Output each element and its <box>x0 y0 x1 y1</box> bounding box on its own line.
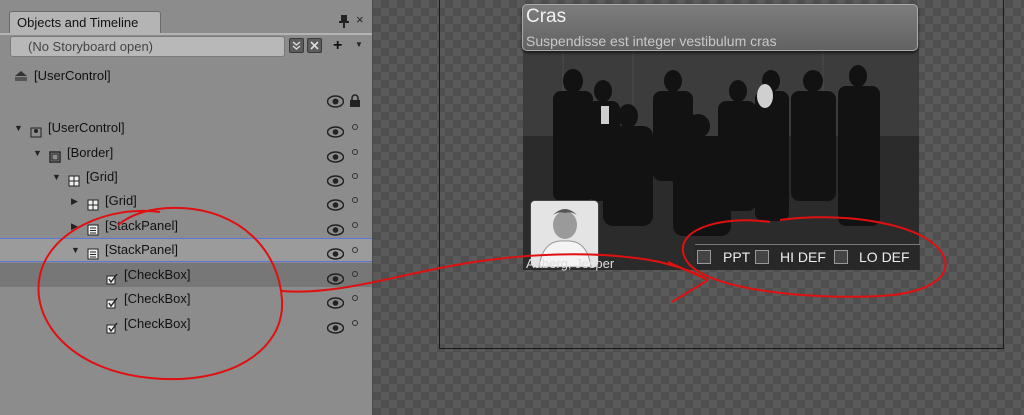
lock-toggle-dot[interactable] <box>352 271 358 277</box>
storyboard-picker[interactable]: (No Storyboard open) <box>10 36 285 57</box>
visibility-eye-icon[interactable] <box>326 318 345 334</box>
tree-row[interactable]: ▼ [Border] <box>0 141 372 165</box>
lock-toggle-dot[interactable] <box>352 295 358 301</box>
lock-toggle-dot[interactable] <box>352 197 358 203</box>
tree-row-label: [CheckBox] <box>124 291 191 306</box>
visibility-eye-icon[interactable] <box>326 195 345 211</box>
tree-row[interactable]: [CheckBox] <box>0 263 372 287</box>
tree-row-label: [UserControl] <box>48 120 125 135</box>
root-label: [UserControl] <box>34 68 111 83</box>
pin-icon[interactable] <box>338 14 350 28</box>
visibility-eye-icon[interactable] <box>326 171 345 187</box>
checkbox-icon <box>106 318 118 334</box>
tree-row[interactable]: ▶ [Grid] <box>0 189 372 213</box>
title-card[interactable]: Cras Suspendisse est integer vestibulum … <box>522 4 918 51</box>
grid-icon <box>68 171 80 187</box>
visibility-eye-icon[interactable] <box>326 220 345 236</box>
photo-caption: Aaberg, Jesper <box>526 256 615 271</box>
tree-row-label: [StackPanel] <box>105 242 178 257</box>
close-storyboard-button[interactable] <box>307 38 322 53</box>
lock-toggle-dot[interactable] <box>352 320 358 326</box>
checkbox-label: PPT <box>723 249 751 265</box>
add-storyboard-button[interactable]: + <box>333 37 353 55</box>
checkbox-icon <box>106 293 118 309</box>
visibility-eye-icon[interactable] <box>326 122 345 138</box>
expand-toggle-icon[interactable]: ▶ <box>71 189 81 213</box>
panel-tab-strip <box>0 33 372 35</box>
card-title: Cras <box>526 6 567 27</box>
checkbox-label: HI DEF <box>780 249 826 265</box>
storyboard-placeholder: (No Storyboard open) <box>28 39 154 54</box>
tree-row[interactable]: ▼ [Grid] <box>0 165 372 189</box>
stackpanel-icon <box>87 245 99 260</box>
lock-toggle-dot[interactable] <box>352 173 358 179</box>
tree-row[interactable]: [CheckBox] <box>0 287 372 311</box>
lock-toggle-dot[interactable] <box>352 222 358 228</box>
visibility-eye-icon[interactable] <box>326 147 345 163</box>
tree-row[interactable]: ▼ [UserControl] <box>0 116 372 140</box>
tree-row[interactable]: ▶ [StackPanel] <box>0 214 372 238</box>
grid-icon <box>87 195 99 211</box>
lock-header-icon[interactable] <box>349 94 361 108</box>
tree-row-label: [Grid] <box>86 169 118 184</box>
storyboard-dropdown-button[interactable] <box>289 38 304 53</box>
border-icon <box>49 147 61 163</box>
panel-tab-title: Objects and Timeline <box>17 15 139 30</box>
lock-toggle-dot[interactable] <box>352 149 358 155</box>
collapse-toggle-icon[interactable]: ▼ <box>52 165 62 189</box>
checkbox-box[interactable] <box>755 250 769 264</box>
lock-toggle-dot[interactable] <box>352 124 358 130</box>
close-panel-icon[interactable]: × <box>356 13 368 27</box>
tree-row[interactable]: [CheckBox] <box>0 312 372 336</box>
visibility-eye-icon[interactable] <box>326 269 345 285</box>
expand-toggle-icon[interactable]: ▶ <box>71 214 81 238</box>
tree-row-label: [Grid] <box>105 193 137 208</box>
collapse-toggle-icon[interactable]: ▼ <box>71 239 81 261</box>
tree-row-label: [StackPanel] <box>105 218 178 233</box>
panel-tab[interactable]: Objects and Timeline <box>9 11 161 34</box>
visibility-eye-icon[interactable] <box>326 293 345 309</box>
scope-up-icon[interactable] <box>14 70 28 82</box>
collapse-toggle-icon[interactable]: ▼ <box>14 116 24 140</box>
chevron-down-icon <box>292 41 301 50</box>
checkbox-box[interactable] <box>697 250 711 264</box>
close-icon <box>310 41 319 50</box>
tree-row[interactable]: ▼ [StackPanel] <box>0 238 372 262</box>
checkbox-strip: PPT HI DEF LO DEF <box>695 244 920 270</box>
visibility-eye-icon[interactable] <box>326 245 345 260</box>
lock-toggle-dot[interactable] <box>352 247 358 253</box>
objects-timeline-panel: Objects and Timeline × (No Storyboard op… <box>0 0 373 415</box>
card-subtitle: Suspendisse est integer vestibulum cras <box>526 33 777 49</box>
tree-row-label: [CheckBox] <box>124 316 191 331</box>
tree-row-label: [Border] <box>67 145 114 160</box>
checkbox-box[interactable] <box>834 250 848 264</box>
visibility-header-eye-icon[interactable] <box>327 95 344 108</box>
checkbox-label: LO DEF <box>859 249 910 265</box>
tree-row-label: [CheckBox] <box>124 267 191 282</box>
usercontrol-icon <box>30 122 42 138</box>
stackpanel-icon <box>87 220 99 236</box>
dropdown-arrow-icon[interactable]: ▼ <box>355 40 363 49</box>
checkbox-icon <box>106 269 118 285</box>
collapse-toggle-icon[interactable]: ▼ <box>33 141 43 165</box>
